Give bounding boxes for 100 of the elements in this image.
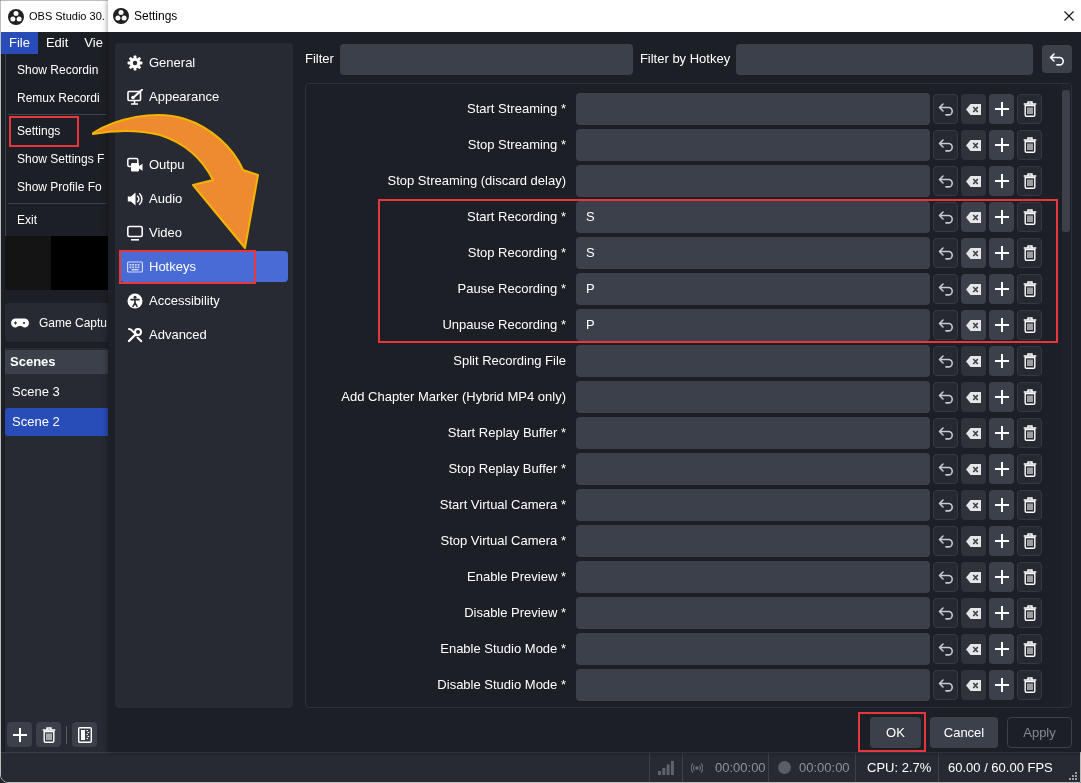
remove-button[interactable] — [1017, 490, 1042, 520]
hotkey-field[interactable] — [576, 669, 930, 701]
revert-button[interactable] — [933, 670, 958, 700]
remove-button[interactable] — [1017, 454, 1042, 484]
hotkey-field[interactable] — [576, 633, 930, 665]
revert-button[interactable] — [933, 562, 958, 592]
hotkey-field[interactable] — [576, 381, 930, 413]
clear-button[interactable] — [961, 454, 986, 484]
sidebar-item[interactable]: Outpu — [120, 149, 288, 180]
clear-button[interactable] — [961, 238, 986, 268]
dialog-button[interactable]: OK — [870, 717, 921, 748]
clear-button[interactable] — [961, 490, 986, 520]
add-button[interactable] — [989, 238, 1014, 268]
remove-button[interactable] — [1017, 634, 1042, 664]
revert-button[interactable] — [933, 598, 958, 628]
clear-button[interactable] — [961, 202, 986, 232]
hotkey-field[interactable] — [576, 525, 930, 557]
remove-button[interactable] — [1017, 562, 1042, 592]
clear-button[interactable] — [961, 130, 986, 160]
remove-button[interactable] — [1017, 130, 1042, 160]
revert-button[interactable] — [933, 274, 958, 304]
scene-item[interactable]: Scene 2 — [5, 408, 109, 436]
add-button[interactable] — [989, 490, 1014, 520]
revert-button[interactable] — [933, 130, 958, 160]
add-button[interactable] — [989, 670, 1014, 700]
add-button[interactable] — [989, 166, 1014, 196]
revert-button[interactable] — [933, 526, 958, 556]
hotkey-field[interactable] — [576, 597, 930, 629]
scene-filters-button[interactable] — [72, 722, 97, 747]
hotkey-field[interactable] — [576, 129, 930, 161]
revert-button[interactable] — [933, 94, 958, 124]
remove-button[interactable] — [1017, 274, 1042, 304]
clear-button[interactable] — [961, 670, 986, 700]
add-button[interactable] — [989, 94, 1014, 124]
revert-button[interactable] — [933, 238, 958, 268]
clear-button[interactable] — [961, 346, 986, 376]
revert-button[interactable] — [933, 382, 958, 412]
sidebar-item[interactable]: Advanced — [120, 319, 288, 350]
revert-button[interactable] — [933, 202, 958, 232]
revert-button[interactable] — [933, 418, 958, 448]
revert-button[interactable] — [933, 634, 958, 664]
remove-scene-button[interactable] — [36, 722, 61, 747]
add-button[interactable] — [989, 634, 1014, 664]
source-label[interactable]: Game Captu — [39, 313, 108, 332]
hotkey-field[interactable] — [576, 417, 930, 449]
clear-button[interactable] — [961, 634, 986, 664]
menu-bar-item[interactable]: Vie — [76, 32, 111, 54]
clear-button[interactable] — [961, 598, 986, 628]
hotkey-field[interactable]: S — [576, 201, 930, 233]
remove-button[interactable] — [1017, 310, 1042, 340]
reset-button[interactable] — [1042, 45, 1072, 73]
revert-button[interactable] — [933, 310, 958, 340]
clear-button[interactable] — [961, 274, 986, 304]
clear-button[interactable] — [961, 382, 986, 412]
remove-button[interactable] — [1017, 94, 1042, 124]
remove-button[interactable] — [1017, 382, 1042, 412]
add-button[interactable] — [989, 526, 1014, 556]
remove-button[interactable] — [1017, 670, 1042, 700]
filter-field[interactable] — [339, 43, 633, 75]
clear-button[interactable] — [961, 562, 986, 592]
scene-item[interactable]: Scene 3 — [5, 378, 109, 406]
remove-button[interactable] — [1017, 526, 1042, 556]
revert-button[interactable] — [933, 454, 958, 484]
hotkey-field[interactable]: P — [576, 273, 930, 305]
add-button[interactable] — [989, 562, 1014, 592]
add-button[interactable] — [989, 130, 1014, 160]
hotkey-filter-field[interactable] — [736, 43, 1033, 75]
revert-button[interactable] — [933, 346, 958, 376]
add-button[interactable] — [989, 418, 1014, 448]
hotkey-field[interactable]: P — [576, 309, 930, 341]
sidebar-item[interactable]: Appearance — [120, 81, 288, 112]
menu-bar-item[interactable]: File — [1, 32, 38, 54]
menu-item[interactable]: Settings — [9, 115, 80, 147]
sidebar-item[interactable]: Accessibility — [120, 285, 288, 316]
hotkey-field[interactable]: S — [576, 237, 930, 269]
hotkey-field[interactable] — [576, 561, 930, 593]
clear-button[interactable] — [961, 166, 986, 196]
remove-button[interactable] — [1017, 418, 1042, 448]
clear-button[interactable] — [961, 310, 986, 340]
remove-button[interactable] — [1017, 166, 1042, 196]
scrollbar-thumb[interactable] — [1062, 90, 1070, 232]
menu-bar-item[interactable]: Edit — [37, 32, 77, 54]
add-button[interactable] — [989, 598, 1014, 628]
hotkey-field[interactable] — [576, 489, 930, 521]
add-button[interactable] — [989, 382, 1014, 412]
add-button[interactable] — [989, 346, 1014, 376]
revert-button[interactable] — [933, 166, 958, 196]
remove-button[interactable] — [1017, 598, 1042, 628]
clear-button[interactable] — [961, 418, 986, 448]
add-button[interactable] — [989, 274, 1014, 304]
add-button[interactable] — [989, 454, 1014, 484]
clear-button[interactable] — [961, 94, 986, 124]
hotkey-field[interactable] — [576, 453, 930, 485]
remove-button[interactable] — [1017, 238, 1042, 268]
sidebar-item[interactable]: General — [120, 47, 288, 78]
remove-button[interactable] — [1017, 202, 1042, 232]
add-scene-button[interactable] — [7, 722, 32, 747]
sidebar-item[interactable]: Hotkeys — [120, 251, 288, 282]
hotkey-field[interactable] — [576, 93, 930, 125]
add-button[interactable] — [989, 202, 1014, 232]
